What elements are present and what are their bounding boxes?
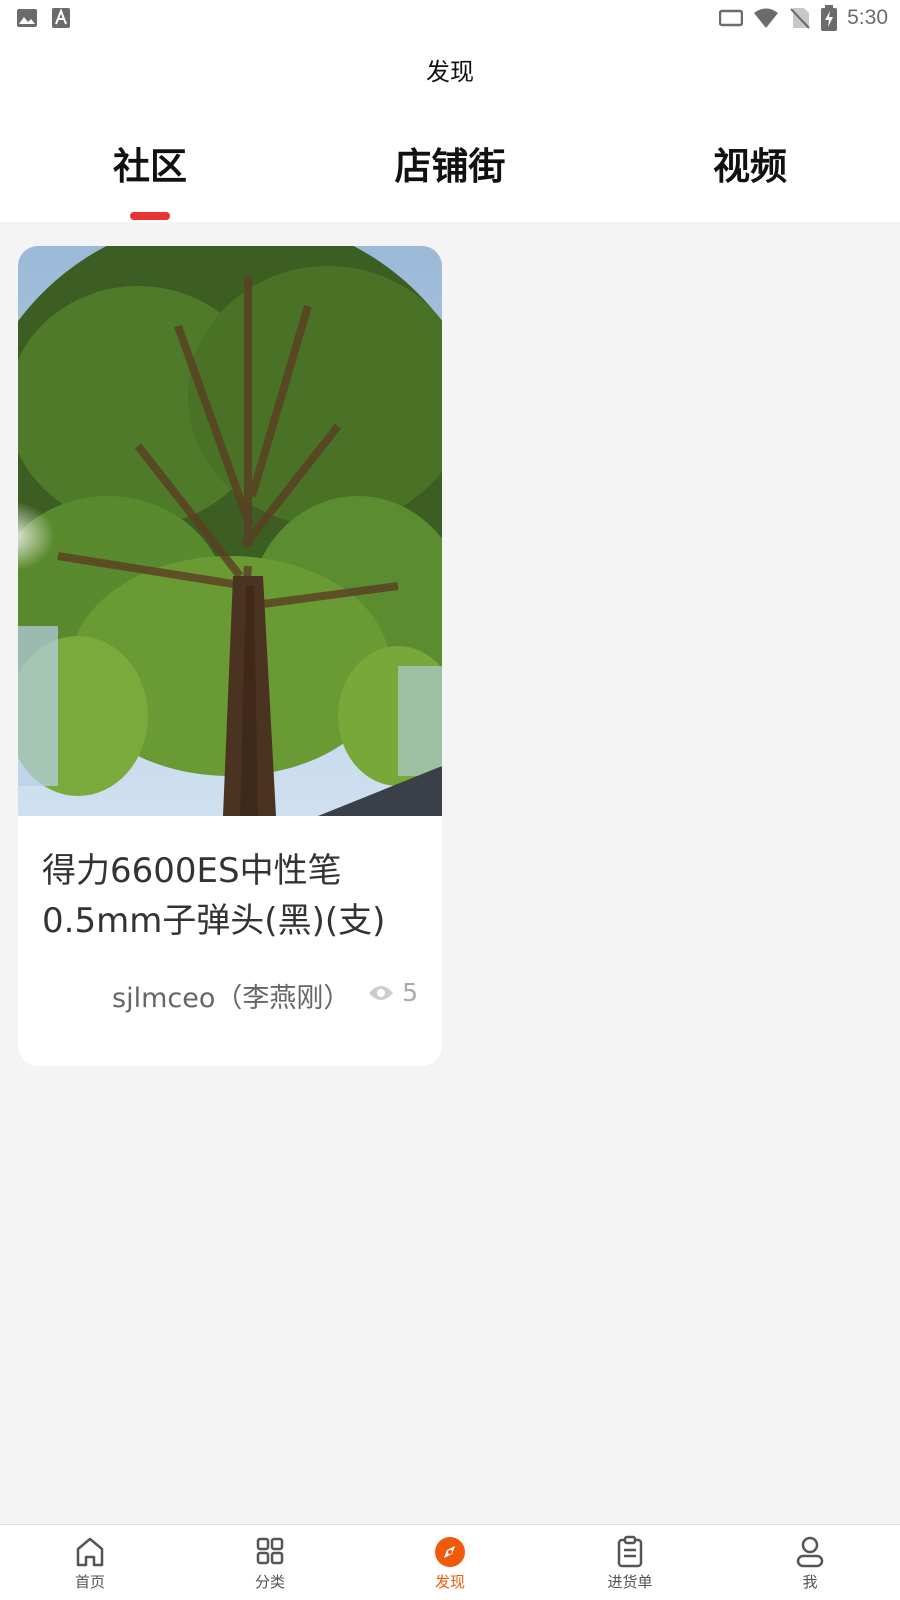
- nav-label-category: 分类: [254, 1573, 285, 1591]
- tablet-icon: [719, 9, 744, 27]
- user-icon: [796, 1536, 824, 1568]
- post-card[interactable]: 得力6600ES中性笔0.5mm子弹头(黑)(支) sjlmceo（李燕刚） 5: [18, 246, 442, 1066]
- post-title: 得力6600ES中性笔0.5mm子弹头(黑)(支): [42, 851, 386, 941]
- clipboard-icon: [617, 1535, 643, 1568]
- tab-shop-street[interactable]: 店铺街: [350, 136, 550, 190]
- active-tab-indicator: [130, 212, 170, 220]
- post-views: 5: [368, 978, 418, 1007]
- tab-video[interactable]: 视频: [650, 136, 850, 190]
- discover-header: 发现 社区 店铺街 视频: [0, 38, 900, 222]
- status-bar: 5:30: [0, 0, 900, 38]
- wifi-icon: [754, 8, 779, 28]
- tab-community[interactable]: 社区: [50, 136, 250, 190]
- nav-label-home: 首页: [74, 1573, 105, 1591]
- nav-item-category[interactable]: 分类: [210, 1535, 330, 1592]
- views-count: 5: [402, 978, 418, 1007]
- nav-label-discover: 发现: [434, 1573, 465, 1591]
- post-image: [18, 246, 442, 816]
- image-icon: [17, 9, 37, 27]
- page-title: 发现: [426, 58, 474, 86]
- nav-label-purchase-list: 进货单: [607, 1573, 653, 1591]
- grid-icon: [256, 1537, 284, 1565]
- nav-item-purchase-list[interactable]: 进货单: [570, 1535, 690, 1592]
- battery-charging-icon: [821, 5, 838, 31]
- nav-item-home[interactable]: 首页: [30, 1535, 150, 1592]
- home-icon: [76, 1537, 104, 1567]
- compass-icon: [435, 1537, 465, 1567]
- nav-label-me: 我: [802, 1573, 818, 1591]
- nav-item-discover[interactable]: 发现: [390, 1535, 510, 1592]
- no-sim-icon: [790, 8, 810, 29]
- post-author: sjlmceo（李燕刚）: [112, 983, 351, 1014]
- eye-icon: [369, 985, 394, 1000]
- nav-item-me[interactable]: 我: [750, 1535, 870, 1592]
- bottom-nav: 首页 分类 发现 进货单 我: [0, 1524, 900, 1600]
- font-icon: [52, 8, 70, 28]
- status-time: 5:30: [847, 6, 888, 29]
